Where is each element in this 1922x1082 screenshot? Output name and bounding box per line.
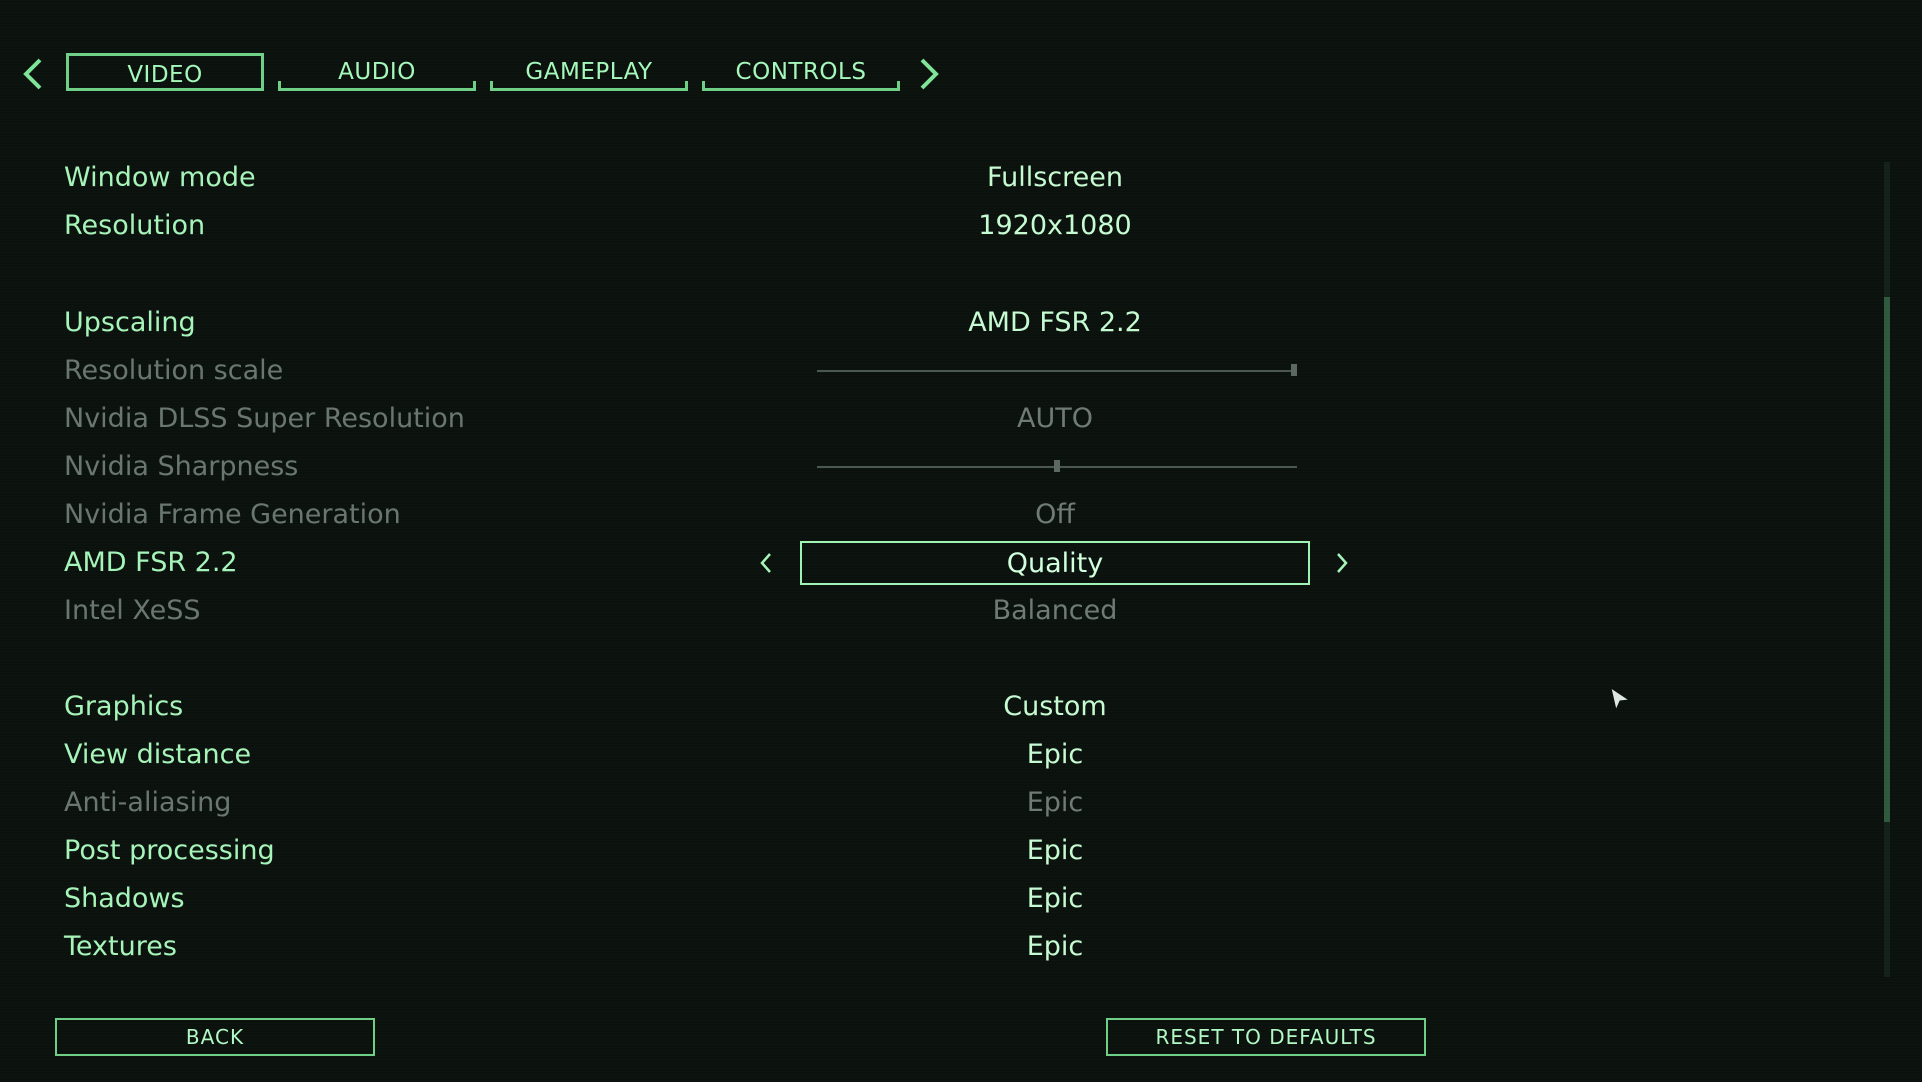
setting-frame-generation: Nvidia Frame Generation Off (0, 493, 1500, 537)
setting-upscaling[interactable]: Upscaling AMD FSR 2.2 (0, 301, 1500, 345)
setting-label: Textures (64, 931, 177, 962)
setting-label: Window mode (64, 162, 256, 193)
setting-label: Intel XeSS (64, 595, 201, 626)
reset-to-defaults-button[interactable]: RESET TO DEFAULTS (1106, 1018, 1426, 1056)
setting-label: Nvidia DLSS Super Resolution (64, 403, 465, 434)
setting-value: Off (1035, 499, 1075, 530)
setting-textures[interactable]: Textures Epic (0, 925, 1500, 969)
slider-thumb (1291, 364, 1297, 376)
back-button[interactable]: BACK (55, 1018, 375, 1056)
setting-value: Balanced (992, 595, 1118, 626)
slider-track (817, 370, 1297, 372)
setting-resolution-scale: Resolution scale (0, 349, 1500, 393)
setting-shadows[interactable]: Shadows Epic (0, 877, 1500, 921)
setting-label: Upscaling (64, 307, 196, 338)
setting-value[interactable]: Epic (800, 877, 1310, 921)
setting-value[interactable]: Custom (800, 685, 1310, 729)
setting-label: Post processing (64, 835, 275, 866)
setting-value[interactable]: Epic (800, 829, 1310, 873)
setting-label: AMD FSR 2.2 (64, 547, 238, 578)
video-settings-list: Window mode Fullscreen Resolution 1920x1… (0, 0, 1900, 1000)
setting-value[interactable]: Epic (800, 733, 1310, 777)
setting-value[interactable]: Epic (800, 925, 1310, 969)
amd-fsr-selector[interactable]: Quality (800, 541, 1310, 585)
setting-label: Nvidia Sharpness (64, 451, 299, 482)
setting-label: Anti-aliasing (64, 787, 232, 818)
setting-nvidia-sharpness: Nvidia Sharpness (0, 445, 1500, 489)
setting-anti-aliasing: Anti-aliasing Epic (0, 781, 1500, 825)
setting-value: Epic (1026, 787, 1084, 818)
setting-graphics[interactable]: Graphics Custom (0, 685, 1500, 729)
setting-amd-fsr[interactable]: AMD FSR 2.2 Quality (0, 541, 1500, 585)
nvidia-sharpness-slider (817, 460, 1297, 472)
setting-label: Graphics (64, 691, 184, 722)
setting-window-mode[interactable]: Window mode Fullscreen (0, 156, 1500, 200)
chevron-left-icon[interactable] (756, 549, 776, 577)
setting-dlss: Nvidia DLSS Super Resolution AUTO (0, 397, 1500, 441)
setting-value[interactable]: 1920x1080 (800, 204, 1310, 248)
setting-intel-xess: Intel XeSS Balanced (0, 589, 1500, 633)
scrollbar-thumb[interactable] (1884, 297, 1890, 822)
mouse-cursor-icon (1609, 686, 1633, 714)
chevron-right-icon[interactable] (1332, 549, 1352, 577)
setting-label: View distance (64, 739, 252, 770)
setting-post-processing[interactable]: Post processing Epic (0, 829, 1500, 873)
slider-thumb (1054, 460, 1060, 472)
setting-view-distance[interactable]: View distance Epic (0, 733, 1500, 777)
setting-value[interactable]: Fullscreen (800, 156, 1310, 200)
setting-label: Nvidia Frame Generation (64, 499, 401, 530)
setting-label: Resolution scale (64, 355, 284, 386)
setting-value: AUTO (1017, 403, 1093, 434)
setting-label: Resolution (64, 210, 206, 241)
settings-scrollbar[interactable] (1884, 162, 1890, 977)
resolution-scale-slider (817, 364, 1297, 376)
setting-label: Shadows (64, 883, 185, 914)
setting-resolution[interactable]: Resolution 1920x1080 (0, 204, 1500, 248)
setting-value[interactable]: AMD FSR 2.2 (800, 301, 1310, 345)
